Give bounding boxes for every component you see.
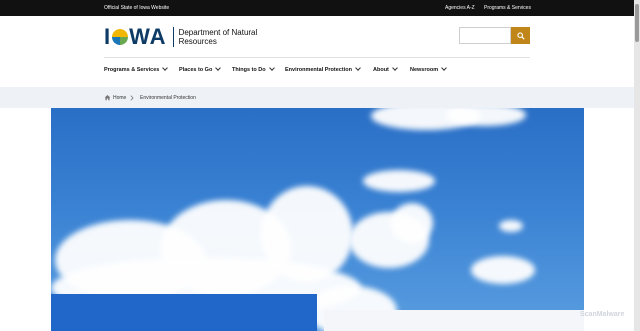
- chevron-down-icon: [392, 65, 398, 71]
- cloud: [471, 256, 535, 284]
- nav-places-to-go[interactable]: Places to Go: [179, 65, 222, 73]
- chevron-down-icon: [355, 65, 361, 71]
- hero-title-panel: [51, 294, 317, 331]
- search-button[interactable]: [511, 27, 530, 44]
- nav-about[interactable]: About: [373, 65, 398, 73]
- search-input[interactable]: [459, 27, 511, 44]
- cloud: [391, 203, 433, 243]
- department-name: Department of Natural Resources: [179, 28, 258, 46]
- nav-newsroom[interactable]: Newsroom: [410, 65, 447, 73]
- breadcrumb-current: Environmental Protection: [140, 95, 196, 101]
- iowa-wordmark: I WA: [104, 26, 167, 48]
- department-name-line2: Resources: [178, 37, 217, 46]
- watermark: ScanMalware: [580, 311, 625, 318]
- agencies-link[interactable]: Agencies A-Z: [445, 5, 475, 11]
- nav-things-to-do[interactable]: Things to Do: [232, 65, 275, 73]
- utility-bar: Official State of Iowa Website Agencies …: [0, 0, 634, 16]
- cloud: [363, 170, 435, 192]
- nav-programs-services[interactable]: Programs & Services: [104, 65, 169, 73]
- hero-card: [324, 310, 584, 331]
- site-logo[interactable]: I WA Department of Natural Resources: [104, 26, 257, 48]
- chevron-down-icon: [268, 65, 275, 71]
- logo-letters-wa: WA: [129, 24, 167, 49]
- logo-divider: [172, 27, 174, 47]
- logo-letter-i: I: [104, 24, 112, 49]
- search-icon: [516, 31, 525, 40]
- department-name-line1: Department of Natural: [178, 28, 258, 37]
- nav-environmental-protection[interactable]: Environmental Protection: [285, 65, 361, 73]
- chevron-down-icon: [162, 65, 169, 71]
- chevron-down-icon: [215, 65, 222, 71]
- breadcrumb-home-link[interactable]: Home: [113, 95, 126, 101]
- breadcrumb: [0, 87, 634, 108]
- home-icon: [104, 95, 111, 101]
- programs-services-link[interactable]: Programs & Services: [484, 5, 531, 11]
- cloud: [499, 220, 523, 232]
- official-site-label: Official State of Iowa Website: [104, 5, 170, 11]
- scrollbar-thumb[interactable]: [635, 4, 639, 42]
- logo-o-icon: [112, 29, 129, 45]
- chevron-down-icon: [441, 65, 447, 71]
- chevron-right-icon: [130, 95, 134, 101]
- header-divider: [104, 57, 530, 58]
- scrollbar[interactable]: [634, 0, 640, 331]
